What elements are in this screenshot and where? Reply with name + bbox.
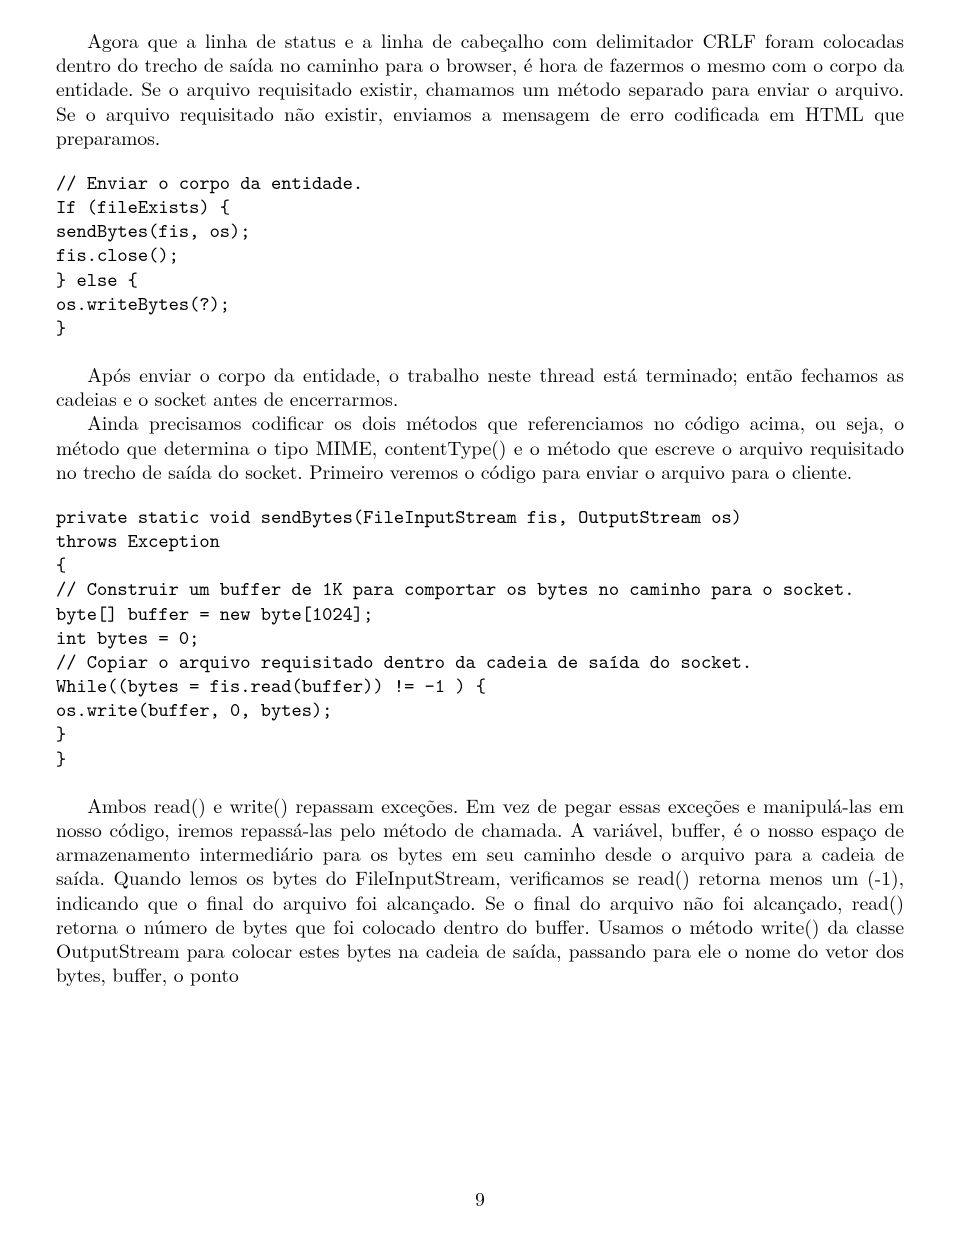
code-block-1: // Enviar o corpo da entidade. If (fileE… [56,171,904,340]
document-page: Agora que a linha de status e a linha de… [0,0,960,1236]
paragraph-1: Agora que a linha de status e a linha de… [56,28,904,149]
paragraph-4: Ambos read() e write() repassam exceções… [56,793,904,986]
code-block-2: private static void sendBytes(FileInputS… [56,505,904,771]
page-number: 9 [0,1184,960,1212]
paragraph-3: Ainda precisamos codificar os dois métod… [56,410,904,483]
paragraph-2: Após enviar o corpo da entidade, o traba… [56,362,904,410]
